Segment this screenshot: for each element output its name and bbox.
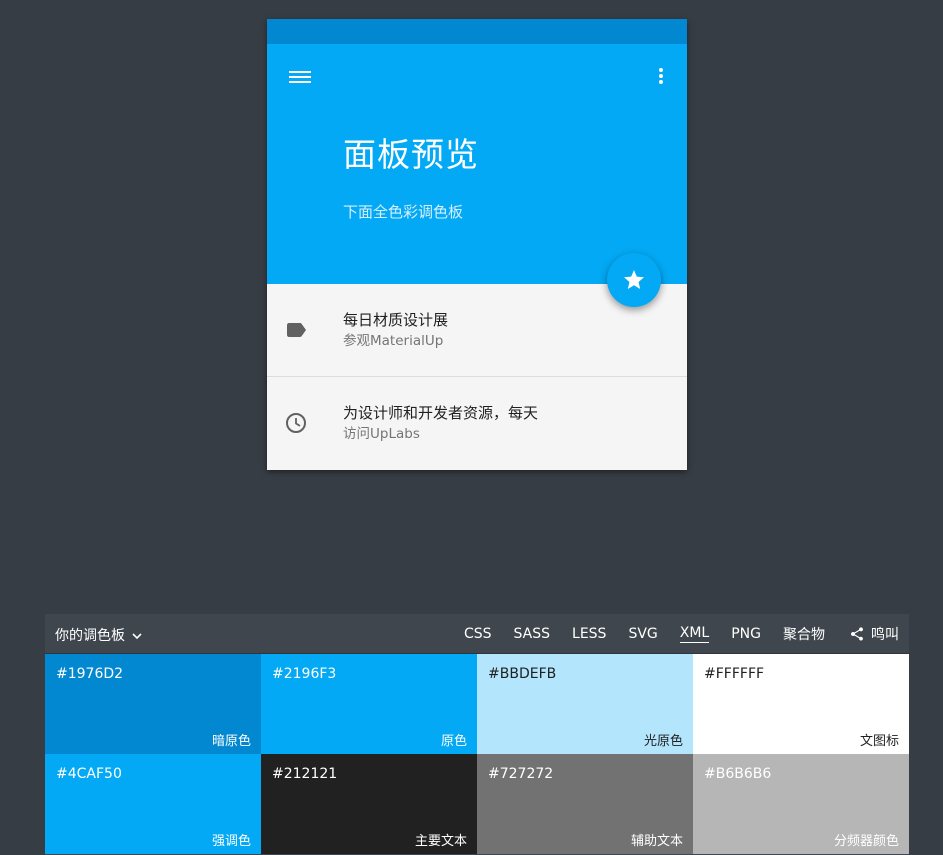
swatch-hex: #727272 [488,766,554,782]
swatch-light-primary[interactable]: #BBDEFB 光原色 [477,654,693,754]
list-item[interactable]: 为设计师和开发者资源，每天 访问UpLabs [267,376,687,468]
palette-dropdown[interactable]: 你的调色板 [55,625,142,645]
swatch-divider[interactable]: #B6B6B6 分频器颜色 [693,754,909,854]
swatch-hex: #BBDEFB [488,666,557,682]
swatch-hex: #2196F3 [272,666,337,682]
swatch-role: 主要文本 [414,834,467,849]
swatch-hex: #FFFFFF [704,666,765,682]
format-polymer-button[interactable]: 聚合物 [783,624,825,644]
preview-card: 面板预览 下面全色彩调色板 每日材质设计展 参观MaterialUp 为设计师和… [267,19,687,470]
format-css-button[interactable]: CSS [464,626,492,642]
swatch-role: 暗原色 [211,734,251,749]
swatch-dark-primary[interactable]: #1976D2 暗原色 [45,654,261,754]
swatch-primary[interactable]: #2196F3 原色 [261,654,477,754]
swatch-hex: #212121 [272,766,338,782]
swatch-role: 辅助文本 [630,834,683,849]
swatch-secondary-text[interactable]: #727272 辅助文本 [477,754,693,854]
swatch-hex: #B6B6B6 [704,766,772,782]
format-less-button[interactable]: LESS [572,626,606,642]
palette-dropdown-label: 你的调色板 [55,628,125,644]
format-xml-button[interactable]: XML [679,625,710,643]
palette-panel: 你的调色板 CSS SASS LESS SVG XML PNG 聚合物 鸣叫 #… [45,614,909,855]
status-bar [267,19,687,44]
clock-icon [286,412,306,433]
swatch-accent[interactable]: #4CAF50 强调色 [45,754,261,854]
share-label: 鸣叫 [871,627,899,643]
more-vert-icon[interactable] [655,68,667,88]
export-formats: CSS SASS LESS SVG XML PNG 聚合物 鸣叫 [442,614,899,654]
preview-title: 面板预览 [343,135,479,174]
list-item-secondary: 访问UpLabs [343,425,420,442]
palette-toolbar: 你的调色板 CSS SASS LESS SVG XML PNG 聚合物 鸣叫 [45,614,909,654]
list-item-primary: 为设计师和开发者资源，每天 [343,403,539,422]
preview-subtitle: 下面全色彩调色板 [343,203,464,221]
swatch-text-icons[interactable]: #FFFFFF 文图标 [693,654,909,754]
swatch-role: 原色 [440,734,467,749]
swatch-hex: #4CAF50 [56,766,122,782]
list-item-secondary: 参观MaterialUp [343,333,444,349]
swatch-role: 分频器颜色 [833,834,899,849]
format-png-button[interactable]: PNG [731,626,761,642]
swatch-role: 强调色 [211,834,251,849]
app-bar: 面板预览 下面全色彩调色板 [267,44,687,284]
chevron-down-icon [132,632,142,639]
preview-list: 每日材质设计展 参观MaterialUp 为设计师和开发者资源，每天 访问UpL… [267,284,687,468]
list-item[interactable]: 每日材质设计展 参观MaterialUp [267,284,687,376]
swatch-role: 文图标 [859,734,899,749]
format-sass-button[interactable]: SASS [514,626,551,642]
share-icon [851,627,863,641]
format-svg-button[interactable]: SVG [628,626,657,642]
swatch-role: 光原色 [643,734,683,749]
list-item-primary: 每日材质设计展 [343,311,449,329]
share-button[interactable]: 鸣叫 [849,624,899,644]
swatch-grid: #1976D2 暗原色 #2196F3 原色 #BBDEFB 光原色 #FFFF… [45,654,909,854]
menu-icon[interactable] [289,68,311,86]
swatch-hex: #1976D2 [56,666,124,682]
label-icon [287,323,306,337]
swatch-primary-text[interactable]: #212121 主要文本 [261,754,477,854]
